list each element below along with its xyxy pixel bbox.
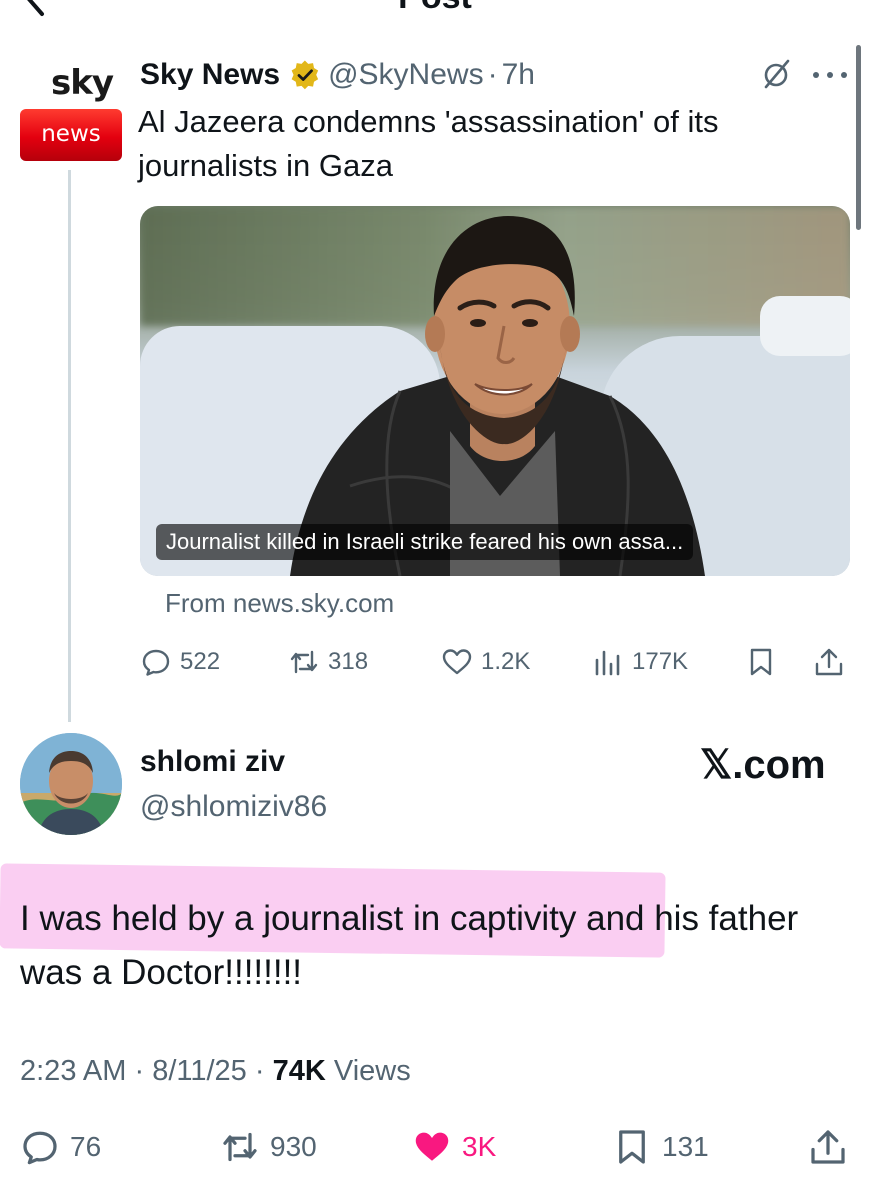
post-time[interactable]: 2:23 AM <box>20 1055 126 1087</box>
quoted-post-text: Al Jazeera condemns 'assassination' of i… <box>138 104 719 183</box>
reply-icon <box>23 1131 57 1165</box>
link-source[interactable]: From news.sky.com <box>165 588 394 619</box>
user-handle[interactable]: @shlomiziv86 <box>140 790 327 824</box>
quoted-views-button[interactable]: 177K <box>592 642 688 682</box>
reply-count: 522 <box>180 648 221 675</box>
like-count: 1.2K <box>481 648 531 675</box>
post-text: I was held by a journalist in captivity … <box>20 899 799 992</box>
user-avatar[interactable] <box>20 733 122 835</box>
repost-icon <box>223 1132 257 1162</box>
share-icon <box>811 1130 845 1164</box>
bookmark-icon <box>750 648 772 676</box>
reply-icon <box>142 649 170 676</box>
like-count: 3K <box>462 1131 497 1162</box>
photo-background-tent-far <box>760 296 850 356</box>
post-timestamp-line: 2:23 AM · 8/11/25 · 74K Views <box>20 1055 411 1088</box>
quoted-post-header: Sky News @SkyNews · 7h <box>140 55 535 95</box>
verified-badge-icon <box>291 60 319 90</box>
quoted-like-button[interactable]: 1.2K <box>441 642 530 682</box>
reply-button[interactable]: 76 <box>20 1125 101 1169</box>
author-handle[interactable]: @SkyNews <box>328 58 483 92</box>
post-views-count: 74K <box>272 1055 326 1087</box>
top-bar: Post <box>0 0 870 20</box>
reply-count: 76 <box>70 1131 102 1162</box>
scrollbar[interactable] <box>856 45 861 230</box>
views-icon <box>595 650 620 676</box>
image-caption: Journalist killed in Israeli strike fear… <box>156 524 694 560</box>
post-views-label: Views <box>333 1055 411 1087</box>
share-button[interactable] <box>808 1125 858 1169</box>
quoted-bookmark-button[interactable] <box>745 642 785 682</box>
like-icon <box>442 649 472 675</box>
grok-icon[interactable] <box>760 57 794 91</box>
quoted-reply-button[interactable]: 522 <box>140 642 220 682</box>
post-date[interactable]: 8/11/25 <box>152 1055 247 1087</box>
journalist-photo <box>290 216 705 576</box>
page-title: Post <box>0 0 870 17</box>
views-count: 177K <box>632 648 689 675</box>
x-com-watermark: 𝕏.com <box>700 743 826 787</box>
bookmark-count: 131 <box>662 1131 709 1162</box>
avatar-photo <box>20 733 122 835</box>
bookmark-icon <box>619 1130 645 1164</box>
repost-count: 930 <box>270 1131 317 1162</box>
like-button[interactable]: 3K <box>412 1125 496 1169</box>
post-time-ago[interactable]: 7h <box>502 58 535 92</box>
separator-dot: · <box>254 1055 265 1087</box>
repost-button[interactable]: 930 <box>220 1125 317 1169</box>
repost-icon <box>290 650 318 674</box>
thread-connector-line <box>68 170 71 722</box>
more-options-icon[interactable] <box>810 70 850 80</box>
quoted-repost-button[interactable]: 318 <box>288 642 368 682</box>
news-logo-badge: news <box>20 109 122 161</box>
sky-logo-word: sky <box>50 63 114 103</box>
quoted-share-button[interactable] <box>813 642 853 682</box>
author-name[interactable]: Sky News <box>140 58 280 92</box>
user-display-name[interactable]: shlomi ziv <box>140 745 285 779</box>
separator-dot: · <box>487 58 498 91</box>
repost-count: 318 <box>328 648 369 675</box>
bookmark-button[interactable]: 131 <box>612 1125 709 1169</box>
share-icon <box>815 648 843 676</box>
link-preview-card[interactable]: Journalist killed in Israeli strike fear… <box>140 206 850 576</box>
separator-dot: · <box>134 1055 145 1087</box>
heart-filled-icon <box>415 1132 449 1161</box>
sky-news-avatar[interactable]: sky news <box>20 63 122 161</box>
